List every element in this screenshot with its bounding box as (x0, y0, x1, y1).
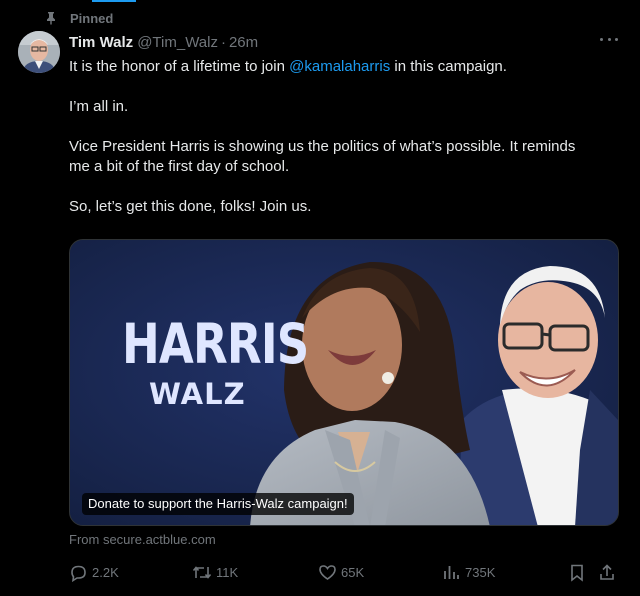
pinned-label: Pinned (44, 10, 113, 26)
card-caption[interactable]: Donate to support the Harris-Walz campai… (82, 493, 354, 515)
post-header: Tim Walz @Tim_Walz · 26m (69, 33, 620, 51)
repost-count: 11K (216, 564, 239, 580)
post-paragraph-2: I’m all in. (69, 98, 129, 115)
avatar[interactable] (18, 31, 60, 73)
link-card[interactable]: HARRIS WALZ Donate to support the Harris… (69, 239, 619, 526)
timestamp[interactable]: 26m (229, 34, 258, 51)
like-count: 65K (341, 564, 365, 580)
card-source[interactable]: From secure.actblue.com (69, 532, 216, 547)
heart-icon (319, 564, 336, 580)
post-text: It is the honor of a lifetime to join @k… (69, 57, 589, 217)
tab-indicator (92, 0, 136, 2)
mention-link[interactable]: @kamalaharris (289, 58, 390, 75)
like-button[interactable]: 65K (318, 561, 364, 583)
views-icon (444, 565, 459, 579)
action-bar: 2.2K 11K 65K 735K (69, 561, 621, 583)
post-paragraph-1: It is the honor of a lifetime to join @k… (69, 57, 589, 77)
card-brand-harris: HARRIS (122, 312, 309, 376)
reply-icon (71, 565, 86, 582)
post-text-segment: It is the honor of a lifetime to join (69, 58, 290, 75)
post-text-segment: in this campaign. (390, 58, 507, 75)
separator: · (220, 33, 226, 51)
card-brand-walz: WALZ (149, 377, 246, 411)
pin-icon (44, 11, 58, 25)
post-paragraph-3: Vice President Harris is showing us the … (69, 138, 576, 175)
post-paragraph-4: So, let’s get this done, folks! Join us. (69, 198, 312, 215)
repost-icon (192, 565, 212, 579)
bookmark-icon (571, 564, 583, 582)
share-icon (600, 563, 614, 580)
share-button[interactable] (598, 561, 616, 583)
author-handle[interactable]: @Tim_Walz (137, 34, 218, 51)
author-name[interactable]: Tim Walz (69, 34, 133, 51)
repost-button[interactable]: 11K (192, 561, 238, 583)
views-count: 735K (465, 564, 496, 580)
bookmark-button[interactable] (568, 561, 586, 583)
reply-button[interactable]: 2.2K (69, 561, 119, 583)
pinned-text: Pinned (70, 10, 114, 26)
reply-count: 2.2K (92, 564, 119, 580)
more-icon[interactable] (600, 38, 618, 44)
views-button[interactable]: 735K (442, 561, 495, 583)
